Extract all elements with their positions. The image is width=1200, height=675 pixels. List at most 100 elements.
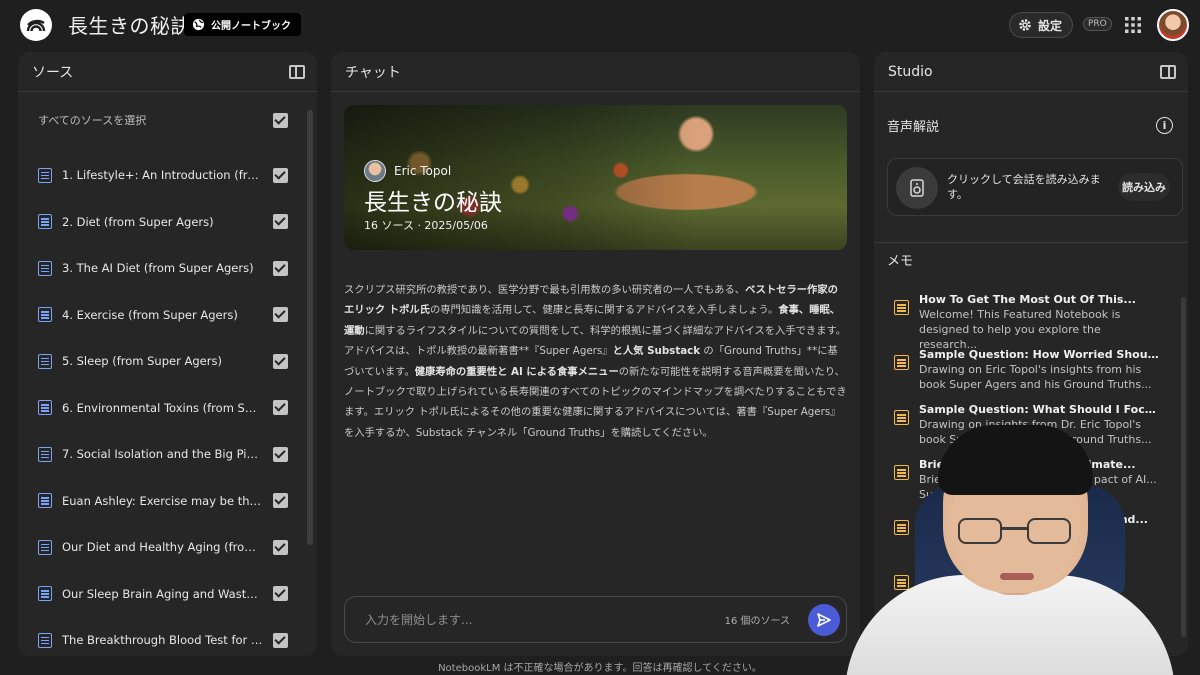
webcam-glasses-right: [1027, 518, 1071, 544]
collapse-sources-icon[interactable]: [289, 64, 305, 79]
source-item[interactable]: 4. Exercise (from Super Agers): [38, 292, 288, 339]
notebook-description: スクリプス研究所の教授であり、医学分野で最も引用数の多い研究者の一人でもある、ベ…: [344, 280, 847, 443]
audio-overview-text: クリックして会話を読み込みます。: [947, 173, 1101, 201]
webcam-hair: [938, 425, 1093, 495]
webcam-glasses-bridge: [1002, 527, 1027, 530]
notes-label: メモ: [887, 254, 914, 269]
collapse-studio-icon[interactable]: [1160, 64, 1176, 79]
source-label: 7. Social Isolation and the Big Pictu...: [62, 447, 263, 462]
studio-divider: [874, 242, 1188, 243]
source-label: 2. Diet (from Super Agers): [62, 214, 214, 229]
globe-icon: [192, 18, 205, 31]
notebook-title[interactable]: 長生きの秘訣: [68, 10, 191, 39]
settings-label: 設定: [1038, 18, 1063, 33]
document-icon: [38, 586, 52, 602]
public-badge-label: 公開ノートブック: [211, 21, 291, 32]
chat-header: チャット: [331, 52, 860, 92]
source-checkbox[interactable]: [273, 446, 288, 462]
author-avatar: [364, 160, 386, 182]
apps-grid-icon[interactable]: [1124, 16, 1142, 34]
source-item[interactable]: 1. Lifestyle+: An Introduction (from ...: [38, 152, 288, 199]
document-icon: [38, 307, 52, 323]
chat-panel: チャット Eric Topol 長生きの秘訣 16 ソース · 2025/05/…: [331, 52, 860, 656]
webcam-overlay: [830, 425, 1200, 675]
source-count: 16 個のソース: [724, 616, 790, 627]
document-icon: [38, 214, 52, 230]
note-preview: Drawing on Eric Topol's insights from hi…: [919, 363, 1152, 391]
sources-scrollbar[interactable]: [307, 110, 313, 545]
source-item[interactable]: Our Diet and Healthy Aging (from ...: [38, 524, 288, 571]
source-label: Our Diet and Healthy Aging (from ...: [62, 540, 263, 555]
app-header: 長生きの秘訣 公開ノートブック 設定 PRO: [0, 0, 1200, 50]
note-title: Sample Question: What Should I Focus O..…: [919, 403, 1162, 416]
source-checkbox[interactable]: [273, 586, 288, 602]
source-item[interactable]: 2. Diet (from Super Agers): [38, 199, 288, 246]
audio-overview-card: クリックして会話を読み込みます。 読み込み: [887, 158, 1183, 216]
source-item[interactable]: Our Sleep Brain Aging and Waste ...: [38, 571, 288, 618]
load-audio-button[interactable]: 読み込み: [1118, 173, 1170, 201]
info-icon[interactable]: i: [1156, 117, 1173, 134]
studio-title: Studio: [888, 63, 933, 80]
note-item[interactable]: Sample Question: How Worried Should I...…: [894, 348, 1162, 403]
notebooklm-logo-icon[interactable]: [20, 9, 52, 41]
source-item[interactable]: Euan Ashley: Exercise may be the s...: [38, 478, 288, 525]
note-icon: [894, 355, 909, 370]
document-icon: [38, 400, 52, 416]
select-all-sources[interactable]: すべてのソースを選択: [38, 112, 288, 128]
webcam-mouth: [1000, 573, 1034, 580]
document-icon: [38, 260, 52, 276]
document-icon: [38, 632, 52, 648]
desc-bold: と人気 Substack: [612, 345, 701, 358]
settings-button[interactable]: 設定: [1009, 12, 1074, 38]
notebook-hero-image: Eric Topol 長生きの秘訣 16 ソース · 2025/05/06: [344, 105, 847, 250]
source-checkbox[interactable]: [273, 214, 288, 230]
source-label: 6. Environmental Toxins (from Supe...: [62, 400, 263, 415]
source-item[interactable]: The Breakthrough Blood Test for Al...: [38, 617, 288, 656]
chat-input-bar: 16 個のソース: [344, 596, 847, 643]
source-label: Our Sleep Brain Aging and Waste ...: [62, 586, 263, 601]
document-icon: [38, 539, 52, 555]
note-title: Sample Question: How Worried Should I...: [919, 348, 1162, 361]
pro-badge: PRO: [1083, 17, 1112, 31]
source-list: 1. Lifestyle+: An Introduction (from ...…: [38, 152, 288, 656]
note-item[interactable]: How To Get The Most Out Of This... Welco…: [894, 293, 1162, 348]
source-checkbox[interactable]: [273, 493, 288, 509]
select-all-checkbox[interactable]: [273, 112, 288, 128]
source-label: 1. Lifestyle+: An Introduction (from ...: [62, 168, 263, 183]
note-icon: [894, 410, 909, 425]
user-avatar[interactable]: [1157, 9, 1189, 41]
source-checkbox[interactable]: [273, 307, 288, 323]
sources-title: ソース: [32, 64, 74, 81]
source-item[interactable]: 3. The AI Diet (from Super Agers): [38, 245, 288, 292]
document-icon: [38, 167, 52, 183]
note-icon: [894, 300, 909, 315]
desc-text: スクリプス研究所の教授であり、医学分野で最も引用数の多い研究者の一人でもある、: [344, 284, 746, 296]
chat-input[interactable]: [365, 612, 725, 627]
hero-title: 長生きの秘訣: [364, 190, 502, 216]
source-checkbox[interactable]: [273, 539, 288, 555]
source-item[interactable]: 7. Social Isolation and the Big Pictu...: [38, 431, 288, 478]
source-checkbox[interactable]: [273, 260, 288, 276]
speaker-icon: [896, 167, 938, 209]
audio-overview-label: 音声解説: [887, 120, 940, 135]
source-item[interactable]: 6. Environmental Toxins (from Supe...: [38, 385, 288, 432]
source-checkbox[interactable]: [273, 400, 288, 416]
source-label: The Breakthrough Blood Test for Al...: [62, 633, 263, 648]
gear-icon: [1019, 19, 1031, 31]
public-notebook-badge: 公開ノートブック: [184, 13, 301, 36]
sources-panel: ソース すべてのソースを選択 1. Lifestyle+: An Introdu…: [18, 52, 317, 656]
source-checkbox[interactable]: [273, 353, 288, 369]
source-label: 5. Sleep (from Super Agers): [62, 354, 222, 369]
source-checkbox[interactable]: [273, 167, 288, 183]
source-label: Euan Ashley: Exercise may be the s...: [62, 493, 263, 508]
note-title: How To Get The Most Out Of This...: [919, 293, 1136, 306]
source-label: 4. Exercise (from Super Agers): [62, 307, 238, 322]
note-preview: Welcome! This Featured Notebook is desig…: [919, 308, 1121, 348]
select-all-label: すべてのソースを選択: [38, 114, 147, 127]
hero-author: Eric Topol: [364, 160, 451, 182]
source-checkbox[interactable]: [273, 632, 288, 648]
studio-header: Studio: [874, 52, 1188, 92]
source-item[interactable]: 5. Sleep (from Super Agers): [38, 338, 288, 385]
chat-title: チャット: [345, 64, 401, 81]
webcam-glasses-left: [958, 518, 1002, 544]
